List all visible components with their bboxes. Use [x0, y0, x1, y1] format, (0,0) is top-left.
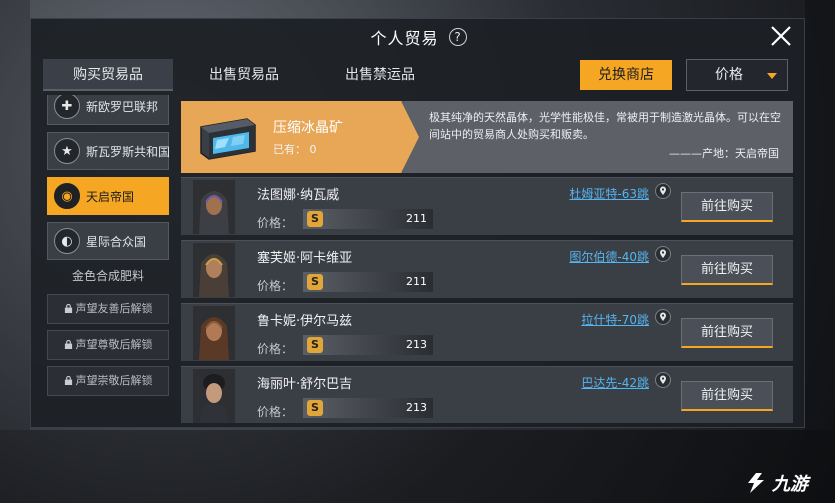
sidebar-item-label: 新欧罗巴联邦 [86, 99, 159, 114]
lock-icon [64, 340, 72, 349]
price-label: 价格： [257, 216, 294, 230]
sidebar-item-label: 斯瓦罗斯共和国 [86, 144, 171, 159]
sidebar-item-interstellar-union[interactable]: ◐ 星际合众国 [47, 222, 169, 260]
trader-portrait [193, 306, 235, 360]
empire-icon: ◉ [54, 183, 80, 209]
go-buy-button[interactable]: 前往购买 [681, 255, 773, 285]
jiuyou-logo-icon [748, 473, 764, 493]
tab-bar: 购买贸易品 出售贸易品 出售禁运品 [43, 59, 451, 91]
cross-icon: ✚ [54, 95, 80, 119]
card-arrow [401, 101, 419, 173]
trader-name: 鲁卡妮·伊尔马兹 [257, 314, 353, 329]
coin-icon: S [307, 274, 323, 290]
coin-icon: S [307, 211, 323, 227]
price-bar: S 213 [303, 335, 433, 355]
go-buy-button[interactable]: 前往购买 [681, 318, 773, 348]
item-detail-card: 压缩冰晶矿 已有： 0 极其纯净的天然晶体，光学性能极佳，常被用于制造激光晶体。… [181, 101, 793, 173]
price-value: 213 [406, 401, 427, 414]
location-pin-icon[interactable] [655, 372, 671, 388]
window-title: 个人贸易 [370, 29, 439, 48]
station-link[interactable]: 巴达先-42跳 [581, 374, 649, 391]
sidebar-item-label: 天启帝国 [86, 189, 135, 204]
price-value: 213 [406, 338, 427, 351]
price-bar: S 211 [303, 272, 433, 292]
locked-label: 声望友善后解锁 [75, 302, 153, 315]
help-icon[interactable]: ? [448, 28, 467, 46]
sidebar-item-new-europa[interactable]: ✚ 新欧罗巴联邦 [47, 95, 169, 125]
trader-row[interactable]: 鲁卡妮·伊尔马兹 价格： S 213 拉什特-70跳 前往购买 [181, 303, 793, 361]
watermark: 九游 [742, 470, 808, 496]
close-icon[interactable] [768, 23, 794, 49]
trader-row[interactable]: 塞芙姬·阿卡维亚 价格： S 211 图尔伯德-40跳 前往购买 [181, 240, 793, 298]
sort-dropdown[interactable]: 价格 [686, 59, 788, 91]
locked-item[interactable]: 声望友善后解锁 [47, 294, 169, 324]
locked-label: 声望崇敬后解锁 [75, 374, 153, 387]
item-description: 极其纯净的天然晶体，光学性能极佳，常被用于制造激光晶体。可以在空间站中的贸易商人… [429, 111, 781, 141]
item-name: 压缩冰晶矿 [273, 120, 343, 136]
sort-selected-value: 价格 [715, 67, 743, 83]
price-label: 价格： [257, 342, 294, 356]
price-label: 价格： [257, 405, 294, 419]
trader-name: 法图娜·纳瓦威 [257, 188, 340, 203]
tab-sell-contraband[interactable]: 出售禁运品 [315, 59, 445, 91]
exchange-shop-button[interactable]: 兑换商店 [580, 60, 672, 90]
chevron-down-icon [767, 73, 777, 79]
trader-name: 塞芙姬·阿卡维亚 [257, 251, 353, 266]
sidebar-item-tianqi-empire[interactable]: ◉ 天启帝国 [47, 177, 169, 215]
tab-buy-goods[interactable]: 购买贸易品 [43, 59, 173, 91]
location-pin-icon[interactable] [655, 246, 671, 262]
star-icon: ★ [54, 138, 80, 164]
trade-window: 个人贸易 ? 购买贸易品 出售贸易品 出售禁运品 兑换商店 价格 ✚ 新欧罗巴联… [30, 18, 805, 428]
price-label: 价格： [257, 279, 294, 293]
faction-sidebar[interactable]: ✚ 新欧罗巴联邦 ★ 斯瓦罗斯共和国 ◉ 天启帝国 ◐ 星际合众国 金色合成肥料… [45, 95, 171, 420]
sidebar-item-label: 星际合众国 [86, 234, 147, 249]
title-bar: 个人贸易 ? [31, 19, 806, 55]
price-bar: S 213 [303, 398, 433, 418]
coin-icon: S [307, 400, 323, 416]
station-link[interactable]: 杜姆亚特-63跳 [569, 185, 649, 202]
trader-row[interactable]: 海丽叶·舒尔巴吉 价格： S 213 巴达先-42跳 前往购买 [181, 366, 793, 423]
lock-icon [64, 304, 72, 313]
sidebar-sub-label: 金色合成肥料 [71, 269, 144, 283]
trader-row[interactable]: 法图娜·纳瓦威 价格： S 211 杜姆亚特-63跳 前往购买 [181, 177, 793, 235]
location-pin-icon[interactable] [655, 183, 671, 199]
locked-item[interactable]: 声望崇敬后解锁 [47, 366, 169, 396]
ice-crystal-crate-icon [200, 118, 256, 160]
locked-label: 声望尊敬后解锁 [75, 338, 153, 351]
price-bar: S 211 [303, 209, 433, 229]
coin-icon: S [307, 337, 323, 353]
trader-portrait [193, 243, 235, 297]
station-link[interactable]: 图尔伯德-40跳 [569, 248, 649, 265]
locked-item[interactable]: 声望尊敬后解锁 [47, 330, 169, 360]
tab-sell-goods[interactable]: 出售贸易品 [179, 59, 309, 91]
location-pin-icon[interactable] [655, 309, 671, 325]
trader-portrait [193, 369, 235, 423]
go-buy-button[interactable]: 前往购买 [681, 381, 773, 411]
lock-icon [64, 376, 72, 385]
union-icon: ◐ [54, 228, 80, 254]
item-origin: ———产地：天启帝国 [669, 147, 779, 160]
station-link[interactable]: 拉什特-70跳 [581, 311, 649, 328]
price-value: 211 [406, 275, 427, 288]
trade-content: 压缩冰晶矿 已有： 0 极其纯净的天然晶体，光学性能极佳，常被用于制造激光晶体。… [181, 101, 793, 423]
sidebar-item-swaros[interactable]: ★ 斯瓦罗斯共和国 [47, 132, 171, 170]
price-value: 211 [406, 212, 427, 225]
item-owned-count: 已有： 0 [273, 143, 317, 156]
watermark-text: 九游 [772, 474, 808, 495]
trader-name: 海丽叶·舒尔巴吉 [257, 377, 353, 392]
go-buy-button[interactable]: 前往购买 [681, 192, 773, 222]
trader-portrait [193, 180, 235, 234]
